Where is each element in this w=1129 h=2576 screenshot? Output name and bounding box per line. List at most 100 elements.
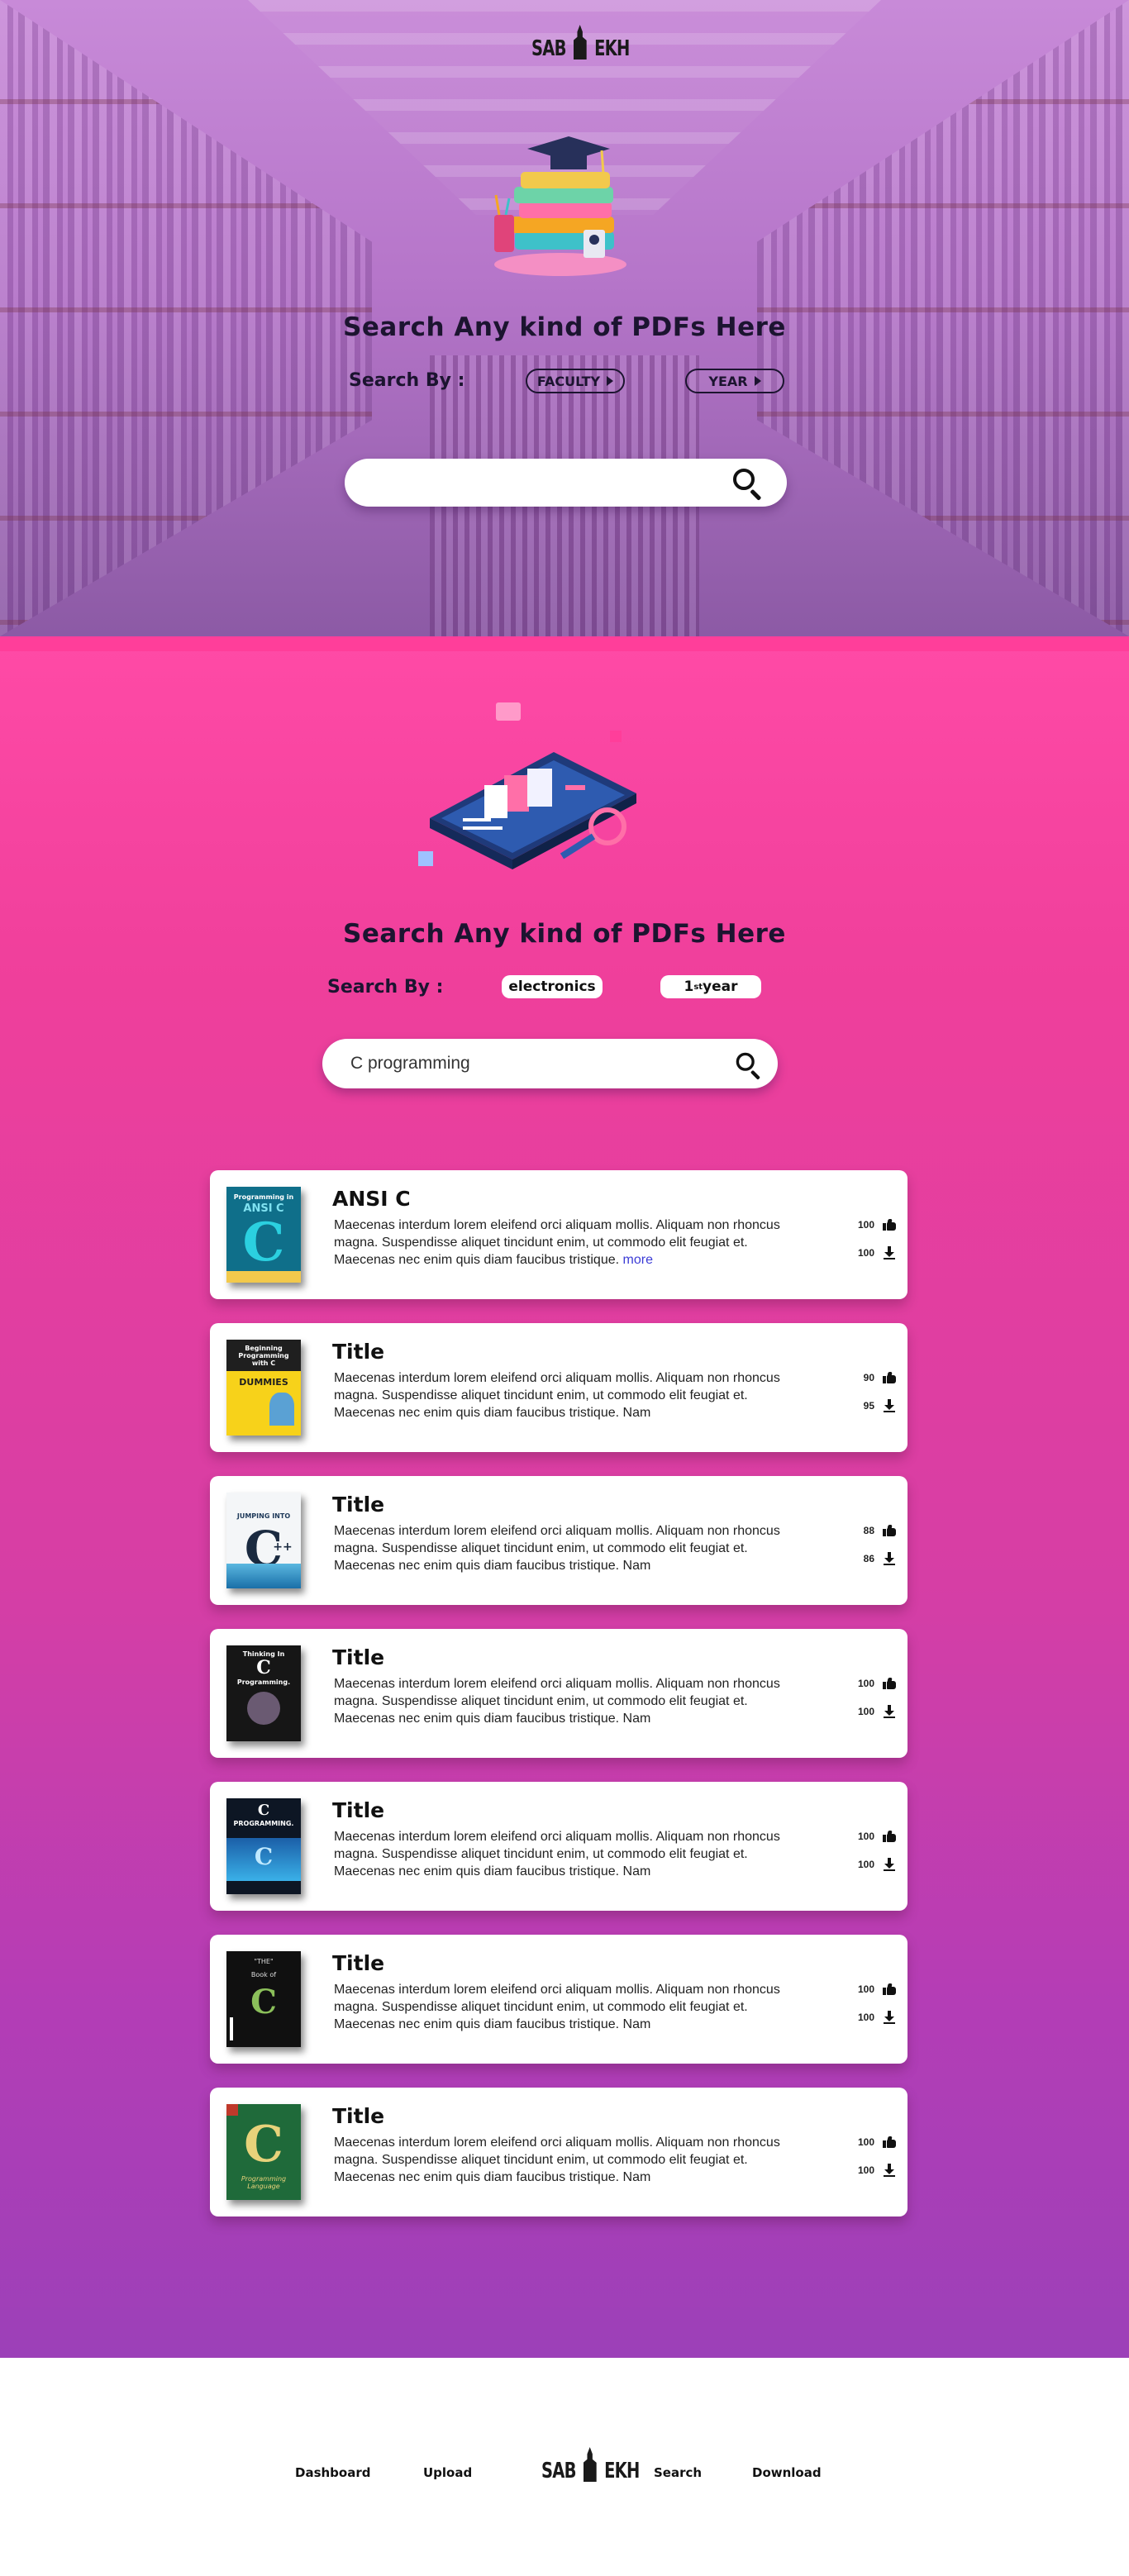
logo-text-left: SAB [531,36,566,61]
book-cover-image[interactable]: Programming in ANSI C C [226,1187,301,1283]
downloads-count: 100 [857,1706,874,1717]
downloads-count: 100 [857,1859,874,1870]
result-title[interactable]: Title [332,1798,384,1822]
result-title[interactable]: Title [332,1340,384,1364]
main-search-bar [322,1039,778,1088]
result-description: Maecenas interdum lorem eleifend orci al… [334,1524,780,1573]
result-title[interactable]: Title [332,1645,384,1669]
hero-title: Search Any kind of PDFs Here [343,312,786,342]
more-link[interactable]: more [623,1253,653,1267]
downloads-stat: 100 [846,2009,896,2026]
result-description: Maecenas interdum lorem eleifend orci al… [334,1218,780,1267]
likes-stat: 100 [846,1981,896,1997]
likes-count: 100 [857,1831,874,1842]
logo-text-right: EKH [603,2459,640,2483]
result-description: Maecenas interdum lorem eleifend orci al… [334,2136,780,2184]
faculty-filter-label: FACULTY [536,373,601,389]
download-icon[interactable] [883,2164,896,2177]
footer-link-search[interactable]: Search [654,2465,702,2480]
like-icon[interactable] [883,1219,896,1231]
books-stack-illustration [494,136,626,276]
result-card[interactable]: C Programming Language Title Maecenas in… [210,2088,907,2217]
book-cover-image[interactable]: C Programming Language [226,2104,301,2200]
year-filter-suffix: st [693,982,703,992]
download-icon[interactable] [883,1246,896,1259]
likes-count: 90 [863,1372,874,1383]
likes-count: 100 [857,2136,874,2148]
year-filter-num: 1 [684,978,694,995]
book-cover-image[interactable]: Thinking In C Programming. [226,1645,301,1741]
downloads-stat: 100 [846,1703,896,1720]
book-cover-image[interactable]: C PROGRAMMING. C [226,1798,301,1894]
book-cover-image[interactable]: "THE" Book of C [226,1951,301,2047]
search-icon[interactable] [731,467,765,501]
book-cover-image[interactable]: JUMPING INTO C ++ [226,1493,301,1588]
phone-library-illustration [418,702,636,869]
download-icon[interactable] [883,1399,896,1412]
like-icon[interactable] [883,1678,896,1689]
downloads-count: 100 [857,2164,874,2176]
year-filter-label: YEAR [708,373,748,389]
downloads-stat: 86 [846,1550,896,1567]
result-card[interactable]: C PROGRAMMING. C Title Maecenas interdum… [210,1782,907,1911]
like-icon[interactable] [883,1372,896,1383]
year-filter-chip[interactable]: 1st year [660,975,761,998]
downloads-stat: 100 [846,1245,896,1261]
faculty-filter-value: electronics [508,978,596,995]
likes-count: 88 [863,1525,874,1536]
faculty-filter-chip[interactable]: electronics [502,975,603,998]
like-icon[interactable] [883,2136,896,2148]
download-icon[interactable] [883,1552,896,1565]
result-title[interactable]: Title [332,1493,384,1517]
result-title[interactable]: Title [332,1951,384,1975]
chevron-right-icon [607,376,614,386]
downloads-stat: 100 [846,2162,896,2178]
result-title[interactable]: Title [332,2104,384,2128]
year-filter-button[interactable]: YEAR [685,369,784,393]
like-icon[interactable] [883,1525,896,1536]
downloads-count: 100 [857,1247,874,1259]
likes-stat: 88 [846,1522,896,1539]
download-icon[interactable] [883,1858,896,1871]
footer-link-dashboard[interactable]: Dashboard [295,2465,370,2480]
likes-count: 100 [857,1983,874,1995]
search-icon[interactable] [735,1051,763,1080]
result-description: Maecenas interdum lorem eleifend orci al… [334,1677,780,1726]
downloads-stat: 100 [846,1856,896,1873]
brand-logo[interactable]: SAB EKH [526,25,635,60]
hero-search-bar [345,459,787,507]
logo-text-left: SAB [541,2459,576,2483]
result-card[interactable]: "THE" Book of C Title Maecenas interdum … [210,1935,907,2064]
result-card[interactable]: JUMPING INTO C ++ Title Maecenas interdu… [210,1476,907,1605]
footer-brand-logo[interactable]: SAB EKH [536,2447,645,2482]
result-description: Maecenas interdum lorem eleifend orci al… [334,1983,780,2031]
downloads-count: 86 [863,1553,874,1564]
logo-text-right: EKH [593,36,630,61]
result-title[interactable]: ANSI C [332,1187,411,1211]
result-card[interactable]: Thinking In C Programming. Title Maecena… [210,1629,907,1758]
downloads-count: 95 [863,1400,874,1412]
footer-link-download[interactable]: Download [752,2465,822,2480]
result-card[interactable]: Programming in ANSI C C ANSI C Maecenas … [210,1170,907,1299]
likes-count: 100 [857,1219,874,1231]
main-search-input[interactable] [350,1039,669,1088]
hero-search-input[interactable] [373,459,683,507]
download-icon[interactable] [883,2011,896,2024]
footer-link-upload[interactable]: Upload [423,2465,472,2480]
results-section: Search Any kind of PDFs Here Search By :… [0,636,1129,2358]
main-search-by-label: Search By : [327,977,444,998]
result-card[interactable]: Beginning Programming with C DUMMIES Tit… [210,1323,907,1452]
faculty-filter-button[interactable]: FACULTY [526,369,625,393]
year-filter-word: year [703,978,738,995]
like-icon[interactable] [883,1983,896,1995]
chevron-right-icon [754,376,761,386]
like-icon[interactable] [883,1831,896,1842]
likes-stat: 100 [846,1217,896,1233]
result-description: Maecenas interdum lorem eleifend orci al… [334,1830,780,1878]
download-icon[interactable] [883,1705,896,1718]
footer: Dashboard Upload SAB EKH Search Download [0,2358,1129,2576]
likes-stat: 100 [846,1675,896,1692]
tower-icon [573,25,587,60]
downloads-count: 100 [857,2012,874,2023]
book-cover-image[interactable]: Beginning Programming with C DUMMIES [226,1340,301,1436]
